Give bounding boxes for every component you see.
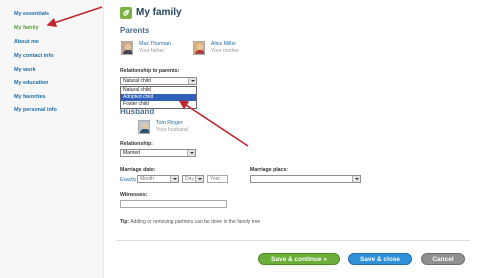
marriage-place-select[interactable] (250, 175, 361, 183)
relationship-value: Married (123, 150, 140, 156)
save-close-button[interactable]: Save & close (348, 253, 412, 265)
relationship-select[interactable]: Married (120, 149, 196, 157)
year-placeholder: Year (210, 176, 221, 182)
sidebar-item-contact-info[interactable]: My contact info (14, 53, 54, 59)
chevron-down-icon (187, 150, 195, 156)
chevron-down-icon (195, 176, 203, 182)
sidebar-item-essentials[interactable]: My essentials (14, 11, 49, 17)
month-select[interactable]: Month (137, 175, 179, 183)
option-natural-child[interactable]: Natural child (121, 87, 196, 94)
relationship-to-parents-select[interactable]: Natural child (120, 77, 197, 85)
avatar (121, 41, 133, 55)
sidebar-item-education[interactable]: My education (14, 80, 48, 86)
parents-section-title: Parents (120, 26, 150, 35)
sidebar-item-personal-info[interactable]: My personal info (14, 107, 57, 113)
avatar (138, 120, 150, 134)
divider (116, 240, 470, 241)
father-name[interactable]: Max Thurman (139, 41, 171, 48)
relationship-label: Relationship: (120, 141, 153, 147)
tip-prefix: Tip: (120, 219, 130, 225)
sidebar-item-work[interactable]: My work (14, 67, 36, 73)
tip-body: Adding or removing partners can be done … (130, 219, 261, 225)
avatar (193, 41, 205, 55)
witnesses-input[interactable] (120, 200, 227, 208)
page-title: My family (136, 7, 182, 18)
family-leaf-icon (120, 7, 132, 19)
husband-name[interactable]: Tom Ringer (156, 120, 188, 127)
relationship-options-list[interactable]: Natural child Adopted child Foster child (120, 86, 197, 109)
chevron-down-icon (170, 176, 178, 182)
sidebar-item-family[interactable]: My family (14, 25, 39, 31)
month-placeholder: Month (140, 176, 154, 182)
day-select[interactable]: Day (182, 175, 204, 183)
tip-text: Tip: Adding or removing partners can be … (120, 219, 260, 225)
marriage-date-label: Marriage date: (120, 167, 156, 173)
marriage-place-label: Marriage place: (250, 167, 289, 173)
parent-father[interactable]: Max Thurman Your father (121, 41, 171, 55)
mother-name[interactable]: Alice Miller (211, 41, 239, 48)
option-foster-child[interactable]: Foster child (121, 101, 196, 108)
year-input[interactable]: Year (207, 175, 228, 183)
mother-role: Your mother (211, 48, 240, 54)
husband-person[interactable]: Tom Ringer Your husband (138, 120, 188, 134)
chevron-down-icon (188, 78, 196, 84)
sidebar-item-favorites[interactable]: My favorites (14, 94, 45, 100)
parent-mother[interactable]: Alice Miller Your mother (193, 41, 239, 55)
relationship-to-parents-label: Relationship to parents: (120, 68, 180, 74)
save-continue-button[interactable]: Save & continue » (258, 253, 340, 265)
chevron-down-icon (352, 176, 360, 182)
witnesses-label: Witnesses: (120, 192, 148, 198)
sidebar: My essentials My family About me My cont… (0, 0, 104, 278)
day-placeholder: Day (185, 176, 194, 182)
relationship-to-parents-value: Natural child (123, 78, 151, 84)
sidebar-item-about-me[interactable]: About me (14, 39, 39, 45)
cancel-button[interactable]: Cancel (421, 253, 465, 265)
father-role: Your father (139, 48, 165, 54)
option-adopted-child[interactable]: Adopted child (121, 94, 196, 101)
husband-role: Your husband (156, 127, 188, 133)
